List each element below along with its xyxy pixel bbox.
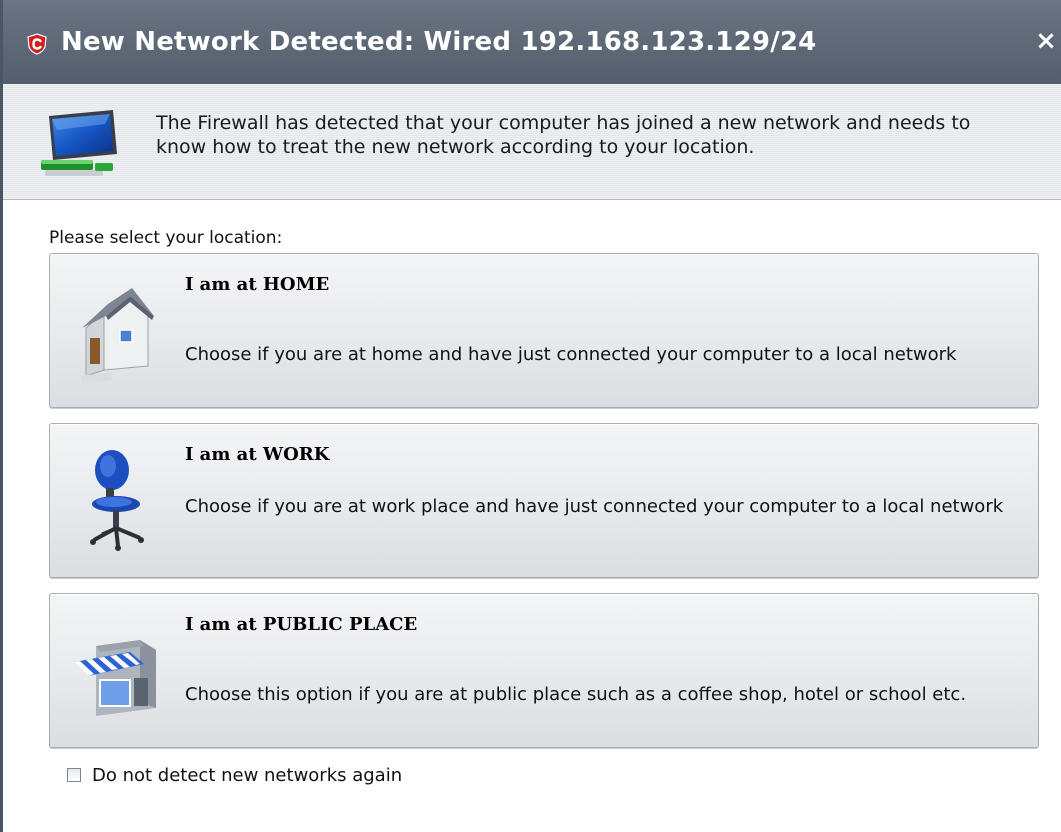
option-home-title: I am at HOME	[185, 274, 330, 295]
checkbox-box[interactable]	[67, 768, 81, 782]
comodo-logo-icon	[27, 33, 47, 55]
checkbox-label: Do not detect new networks again	[92, 765, 403, 786]
house-icon	[80, 288, 154, 384]
location-prompt: Please select your location:	[49, 228, 283, 248]
option-work-button[interactable]: I am at WORK Choose if you are at work p…	[49, 423, 1039, 578]
office-chair-icon	[90, 450, 144, 551]
option-home-description: Choose if you are at home and have just …	[185, 344, 957, 365]
network-detected-dialog: New Network Detected: Wired 192.168.123.…	[0, 0, 1061, 832]
option-work-description: Choose if you are at work place and have…	[185, 496, 1004, 517]
close-button[interactable]: ×	[1034, 26, 1058, 56]
info-banner: The Firewall has detected that your comp…	[3, 84, 1061, 200]
window-title: New Network Detected: Wired 192.168.123.…	[61, 27, 817, 57]
option-home-button[interactable]: I am at HOME Choose if you are at home a…	[49, 253, 1039, 408]
network-monitor-icon	[41, 110, 117, 176]
banner-message: The Firewall has detected that your comp…	[156, 112, 971, 158]
option-public-title: I am at PUBLIC PLACE	[185, 614, 418, 635]
title-bar[interactable]: New Network Detected: Wired 192.168.123.…	[3, 0, 1061, 84]
option-work-title: I am at WORK	[185, 444, 330, 465]
storefront-icon	[74, 640, 156, 716]
option-public-button[interactable]: I am at PUBLIC PLACE Choose this option …	[49, 593, 1039, 748]
option-public-description: Choose this option if you are at public …	[185, 684, 967, 705]
